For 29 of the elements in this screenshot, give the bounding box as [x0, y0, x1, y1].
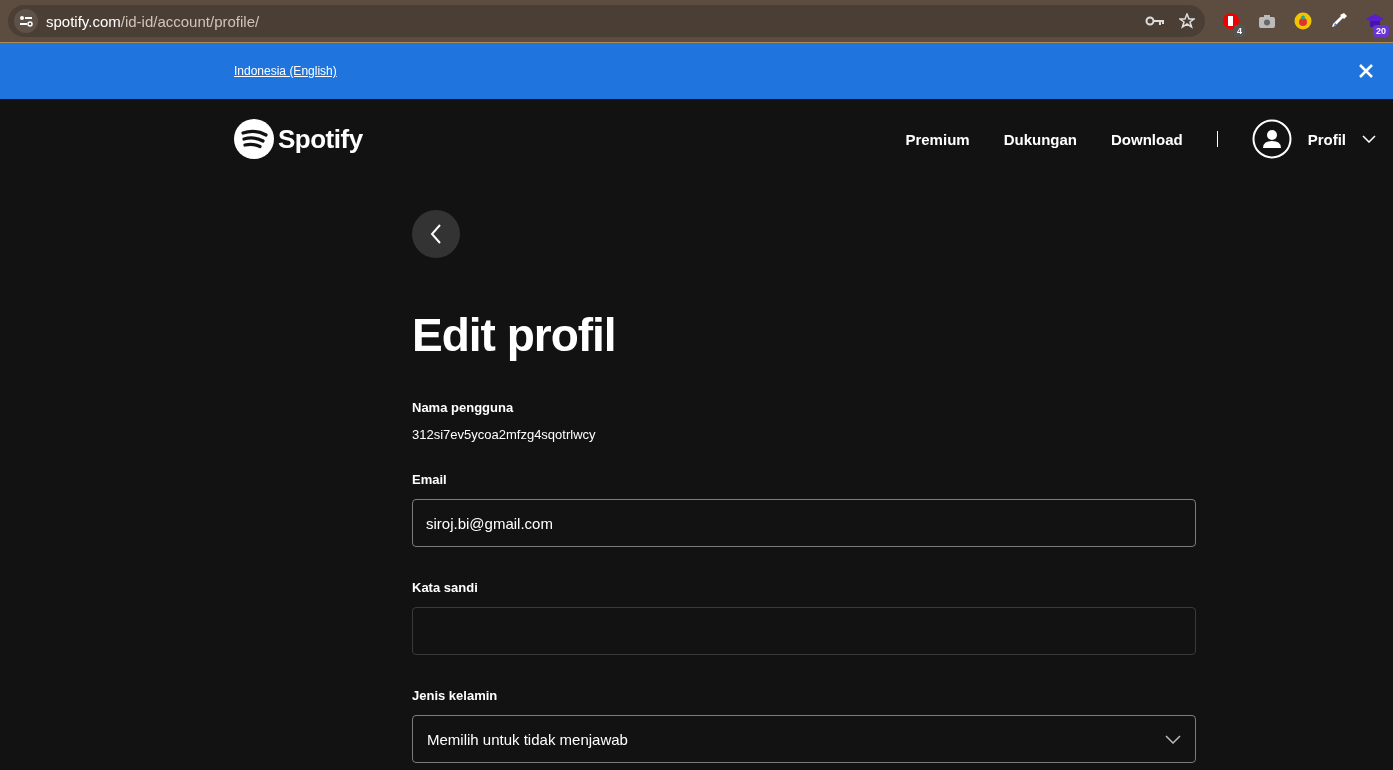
nav-link[interactable]: Premium [905, 130, 970, 148]
field-label: Kata sandi [412, 580, 479, 595]
field-label: Jenis kelamin [412, 688, 499, 703]
username-text: 312si7ev5ycoa2mfzg4sqotrlwcy [412, 427, 597, 442]
close-icon[interactable] [1359, 64, 1373, 78]
site-settings-icon[interactable] [14, 9, 38, 33]
field-label: Nama pengguna [412, 400, 515, 415]
language-link[interactable]: Indonesia (English) [234, 64, 337, 78]
extension-badge: 4 [1234, 25, 1245, 37]
user-avatar-icon [1251, 119, 1292, 159]
key-icon[interactable] [1145, 16, 1165, 26]
star-icon[interactable] [1179, 13, 1195, 29]
bug-icon[interactable] [1293, 11, 1313, 31]
email-field[interactable]: siroj.bi@gmail.com [412, 499, 1196, 547]
spotify-logo-icon[interactable] [234, 119, 274, 159]
chevron-down-icon [1165, 734, 1181, 744]
url-text: spotify.com/id-id/account/profile/ [46, 12, 260, 30]
back-button[interactable] [412, 210, 460, 258]
address-bar[interactable]: spotify.com/id-id/account/profile/ [8, 5, 1205, 37]
nav-link[interactable]: Dukungan [1003, 130, 1077, 148]
chevron-down-icon [1362, 135, 1376, 143]
gender-select[interactable]: Memilih untuk tidak menjawab [412, 715, 1196, 763]
page-title: Edit profil [412, 308, 617, 362]
field-label: Email [412, 472, 448, 487]
extension-badge: 20 [1373, 25, 1389, 37]
nav-link[interactable]: Download [1111, 130, 1183, 148]
chevron-left-icon [430, 224, 442, 244]
profile-menu-button[interactable]: Profil [1251, 119, 1376, 159]
spotify-wordmark[interactable]: Spotify [278, 123, 363, 155]
